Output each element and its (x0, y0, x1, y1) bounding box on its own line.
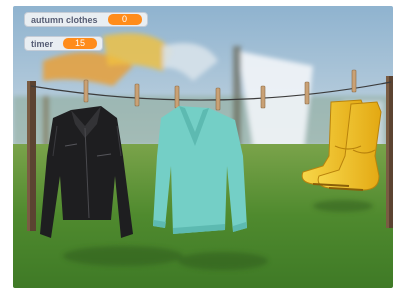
variable-monitor-timer[interactable]: timer 15 (24, 36, 104, 51)
variable-label: timer (31, 38, 54, 49)
variable-value: 15 (63, 38, 98, 49)
variable-value: 0 (107, 14, 142, 25)
variable-monitor-autumn-clothes[interactable]: autumn clothes 0 (24, 12, 148, 27)
game-stage[interactable]: autumn clothes 0 timer 15 (13, 6, 393, 288)
right-post (386, 76, 393, 228)
left-post (27, 81, 36, 231)
variable-label: autumn clothes (31, 14, 98, 25)
